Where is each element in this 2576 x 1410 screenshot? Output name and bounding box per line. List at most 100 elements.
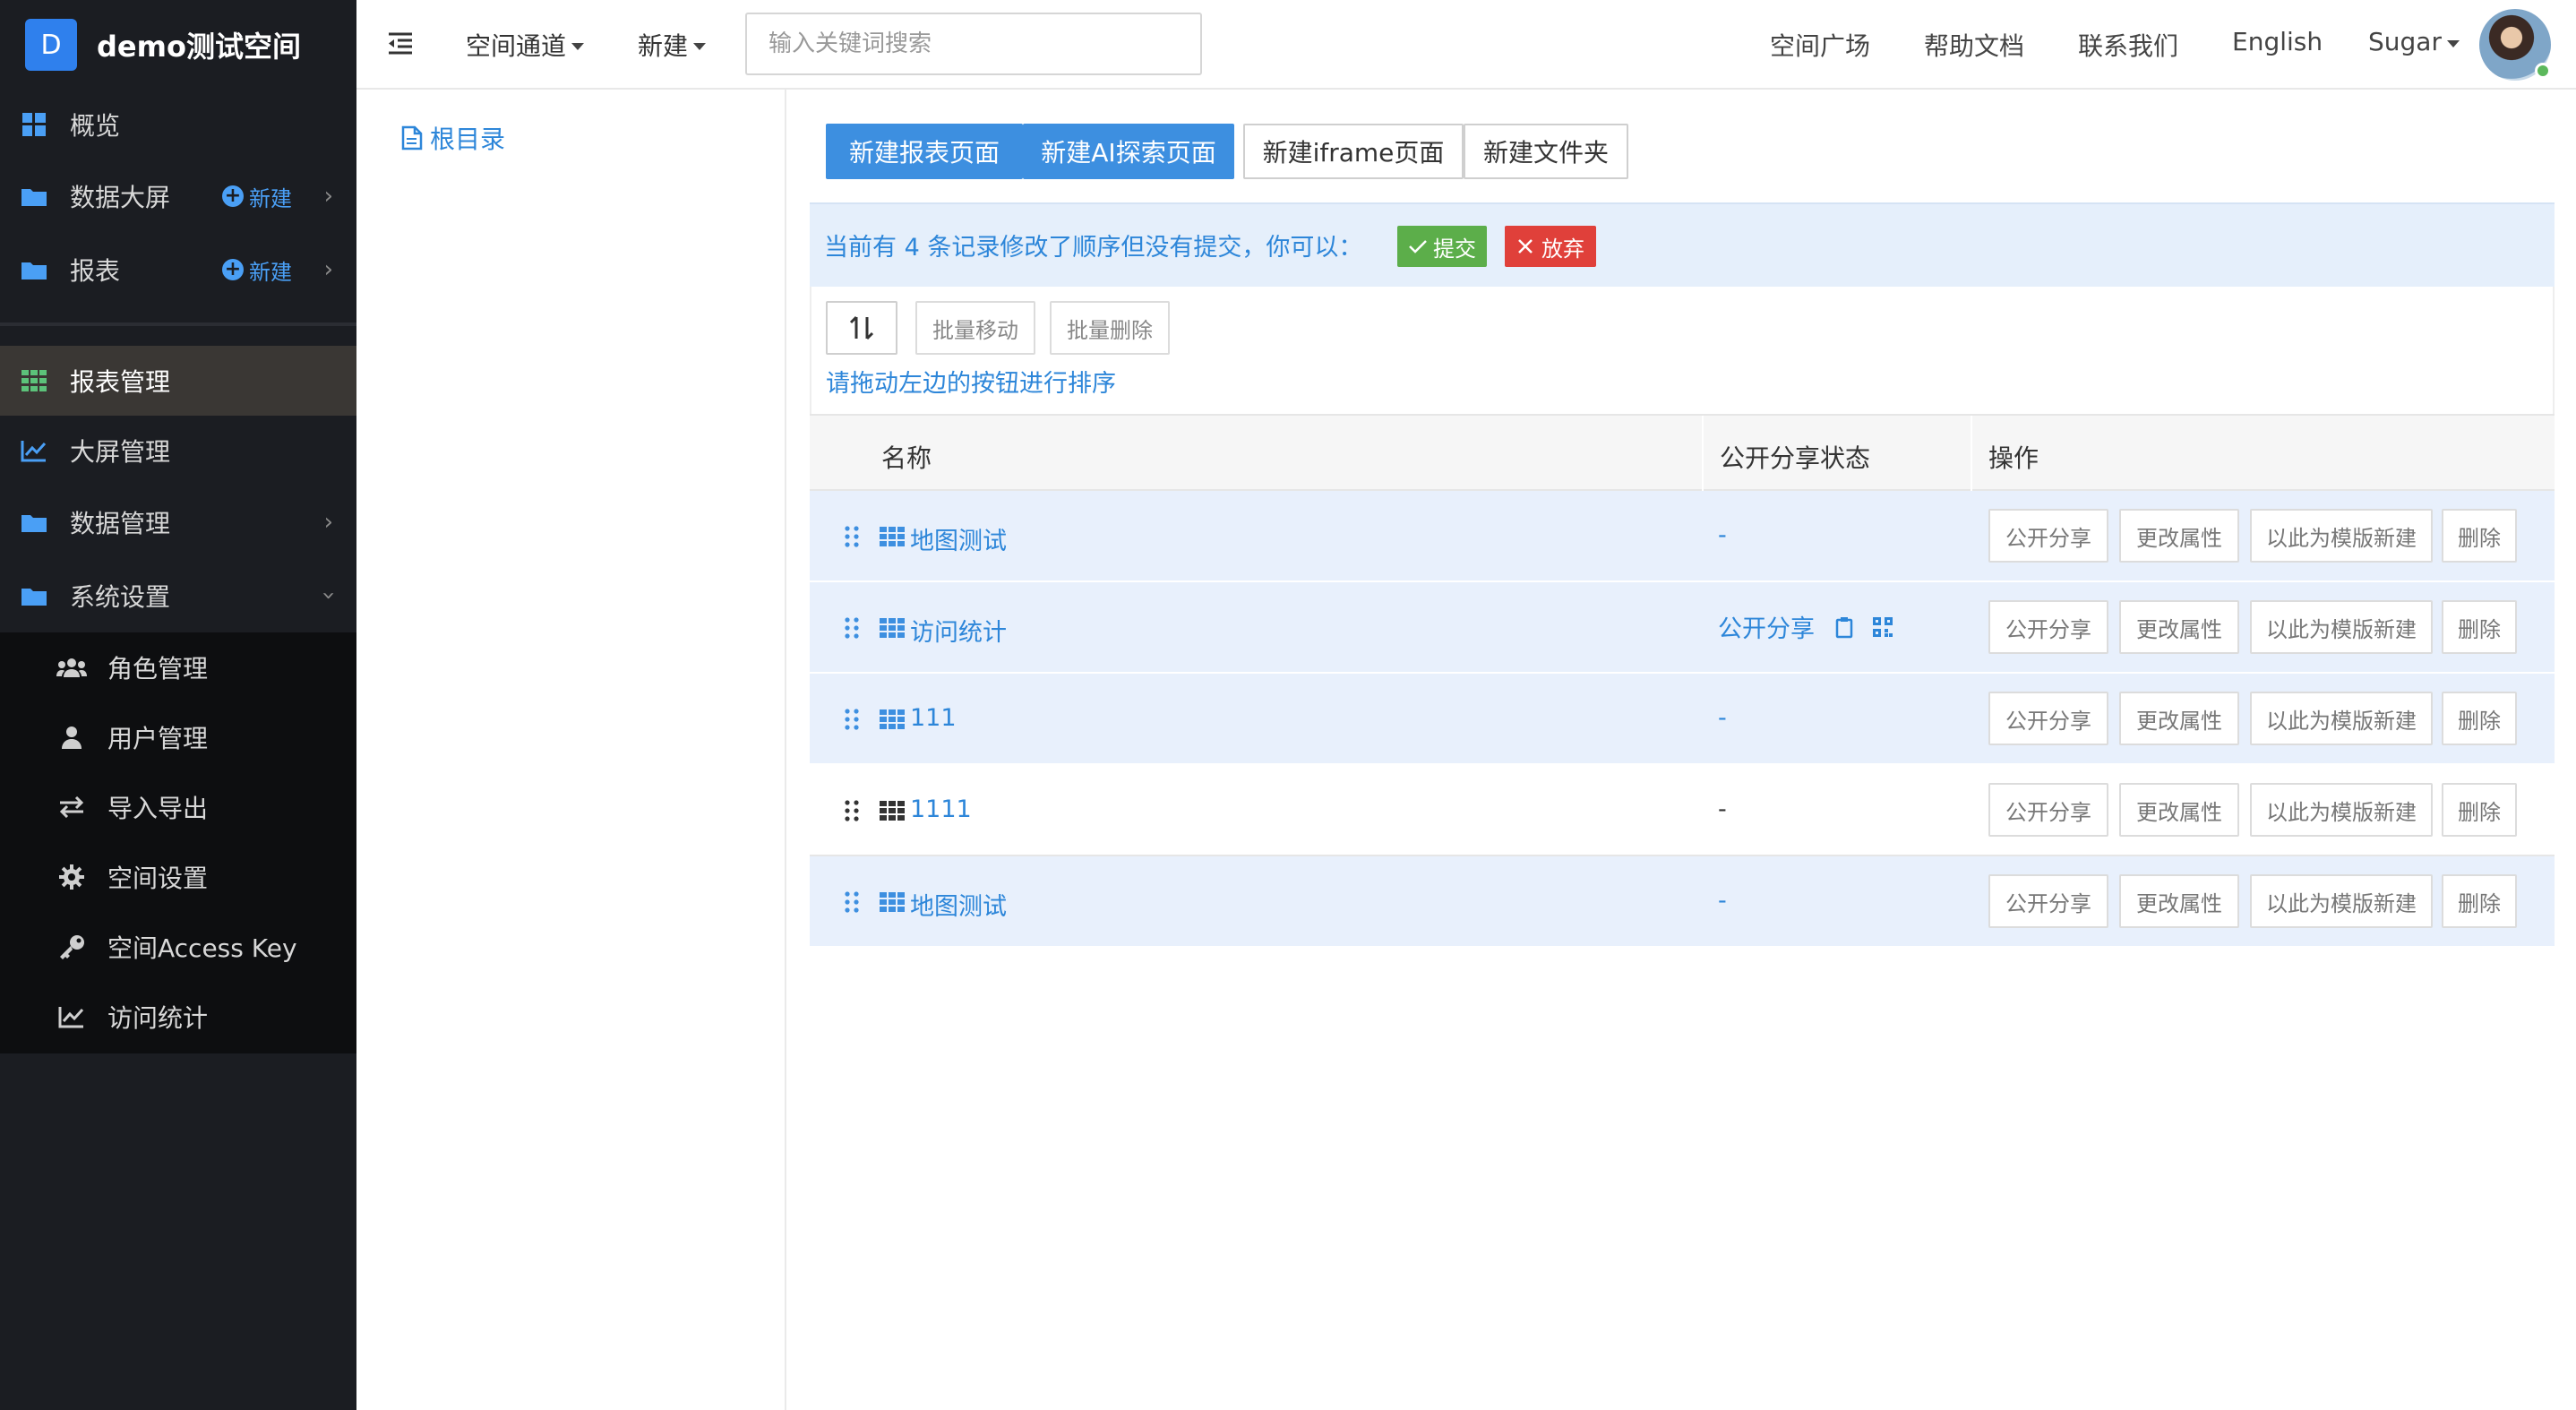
edit-properties-button[interactable]: 更改属性 bbox=[2119, 783, 2239, 837]
drag-handle-icon[interactable] bbox=[844, 525, 860, 548]
new-from-template-button[interactable]: 以此为模版新建 bbox=[2250, 783, 2433, 837]
nav-link-contact[interactable]: 联系我们 bbox=[2078, 27, 2178, 63]
sort-icon bbox=[849, 315, 874, 340]
new-label: 新建 bbox=[249, 259, 292, 285]
sidebar-item-users[interactable]: 用户管理 bbox=[0, 702, 356, 772]
batch-delete-button[interactable]: 批量删除 bbox=[1050, 301, 1170, 355]
delete-button[interactable]: 删除 bbox=[2442, 509, 2517, 563]
new-dropdown[interactable]: 新建 bbox=[638, 27, 707, 63]
space-channel-dropdown[interactable]: 空间通道 bbox=[466, 27, 585, 63]
sort-button[interactable] bbox=[826, 301, 897, 355]
table-row: 1111 - 公开分享 更改属性 以此为模版新建 删除 bbox=[810, 765, 2555, 856]
caret-down-icon bbox=[571, 43, 585, 50]
tree-root[interactable]: 根目录 bbox=[401, 120, 505, 156]
drag-handle-icon[interactable] bbox=[844, 799, 860, 822]
sidebar-subitem-label: 空间Access Key bbox=[107, 933, 297, 963]
folder-icon bbox=[18, 506, 50, 538]
report-name-link[interactable]: 111 bbox=[910, 704, 957, 732]
table-row: 地图测试 - 公开分享 更改属性 以此为模版新建 删除 bbox=[810, 491, 2555, 582]
discard-label: 放弃 bbox=[1541, 236, 1584, 262]
sidebar-item-overview[interactable]: 概览 bbox=[0, 90, 356, 159]
new-from-template-button[interactable]: 以此为模版新建 bbox=[2250, 692, 2433, 745]
new-from-template-button[interactable]: 以此为模版新建 bbox=[2250, 600, 2433, 654]
table-toolbar: 批量移动 批量删除 请拖动左边的按钮进行排序 bbox=[810, 287, 2555, 414]
batch-move-button[interactable]: 批量移动 bbox=[915, 301, 1035, 355]
nav-link-space-square[interactable]: 空间广场 bbox=[1770, 27, 1870, 63]
brand-name: demo测试空间 bbox=[97, 30, 301, 64]
sidebar-item-label: 系统设置 bbox=[70, 582, 171, 612]
new-report-link[interactable]: + 新建 bbox=[222, 254, 292, 286]
space-channel-label: 空间通道 bbox=[466, 31, 567, 61]
delete-button[interactable]: 删除 bbox=[2442, 692, 2517, 745]
qrcode-icon[interactable] bbox=[1872, 616, 1893, 638]
table-row: 地图测试 - 公开分享 更改属性 以此为模版新建 删除 bbox=[810, 856, 2555, 948]
top-bar: 空间通道 新建 空间广场 帮助文档 联系我们 English Sugar bbox=[356, 0, 2576, 90]
sidebar-subitem-label: 访问统计 bbox=[107, 1003, 209, 1033]
sidebar-item-access-key[interactable]: 空间Access Key bbox=[0, 912, 356, 982]
new-report-button[interactable]: 新建报表页面 bbox=[826, 124, 1023, 179]
public-share-link[interactable]: 公开分享 bbox=[1718, 609, 1815, 644]
public-share-button[interactable]: 公开分享 bbox=[1988, 600, 2108, 654]
system-settings-submenu: 角色管理 用户管理 导入导出 空间设置 空间Access Key 访问统计 bbox=[0, 632, 356, 1053]
delete-button[interactable]: 删除 bbox=[2442, 783, 2517, 837]
new-iframe-button[interactable]: 新建iframe页面 bbox=[1243, 124, 1464, 179]
exchange-icon bbox=[56, 791, 88, 823]
report-name-link[interactable]: 地图测试 bbox=[910, 887, 1007, 922]
edit-properties-button[interactable]: 更改属性 bbox=[2119, 874, 2239, 928]
plus-icon: + bbox=[222, 259, 244, 280]
public-share-button[interactable]: 公开分享 bbox=[1988, 783, 2108, 837]
report-name-link[interactable]: 访问统计 bbox=[910, 613, 1007, 648]
close-icon bbox=[1518, 239, 1533, 254]
nav-link-help-docs[interactable]: 帮助文档 bbox=[1924, 27, 2024, 63]
avatar[interactable] bbox=[2479, 9, 2551, 81]
public-share-button[interactable]: 公开分享 bbox=[1988, 874, 2108, 928]
new-from-template-button[interactable]: 以此为模版新建 bbox=[2250, 509, 2433, 563]
menu-collapse-icon[interactable] bbox=[385, 29, 417, 61]
sidebar-subitem-label: 角色管理 bbox=[107, 654, 209, 684]
share-status: - bbox=[1718, 521, 1727, 549]
drag-handle-icon[interactable] bbox=[844, 616, 860, 640]
drag-handle-icon[interactable] bbox=[844, 890, 860, 914]
check-icon bbox=[1409, 240, 1427, 254]
discard-order-button[interactable]: 放弃 bbox=[1505, 226, 1596, 267]
user-menu[interactable]: Sugar bbox=[2368, 27, 2460, 56]
new-folder-button[interactable]: 新建文件夹 bbox=[1464, 124, 1628, 179]
public-share-button[interactable]: 公开分享 bbox=[1988, 509, 2108, 563]
edit-properties-button[interactable]: 更改属性 bbox=[2119, 509, 2239, 563]
sidebar-item-system-settings[interactable]: 系统设置 › bbox=[0, 561, 356, 631]
sidebar-item-data-manage[interactable]: 数据管理 › bbox=[0, 487, 356, 557]
search-input[interactable] bbox=[745, 13, 1202, 75]
sidebar-item-screen-manage[interactable]: 大屏管理 bbox=[0, 416, 356, 486]
nav-link-english[interactable]: English bbox=[2232, 27, 2323, 56]
new-datascreen-link[interactable]: + 新建 bbox=[222, 181, 292, 212]
report-name-link[interactable]: 地图测试 bbox=[910, 521, 1007, 556]
sidebar-item-report[interactable]: 报表 + 新建 › bbox=[0, 235, 356, 305]
column-separator bbox=[1702, 416, 1704, 493]
report-grid-icon bbox=[880, 527, 905, 546]
drag-handle-icon[interactable] bbox=[844, 708, 860, 731]
brand[interactable]: D demo测试空间 bbox=[0, 0, 356, 90]
delete-button[interactable]: 删除 bbox=[2442, 600, 2517, 654]
sidebar-item-visit-stats[interactable]: 访问统计 bbox=[0, 982, 356, 1052]
sidebar-item-label: 概览 bbox=[70, 111, 121, 141]
edit-properties-button[interactable]: 更改属性 bbox=[2119, 600, 2239, 654]
sidebar-item-datascreen[interactable]: 数据大屏 + 新建 › bbox=[0, 161, 356, 231]
new-ai-explore-button[interactable]: 新建AI探索页面 bbox=[1023, 124, 1234, 179]
delete-button[interactable]: 删除 bbox=[2442, 874, 2517, 928]
report-name-link[interactable]: 1111 bbox=[910, 795, 972, 823]
public-share-button[interactable]: 公开分享 bbox=[1988, 692, 2108, 745]
new-from-template-button[interactable]: 以此为模版新建 bbox=[2250, 874, 2433, 928]
sidebar-item-roles[interactable]: 角色管理 bbox=[0, 632, 356, 702]
submit-order-button[interactable]: 提交 bbox=[1397, 226, 1487, 267]
chevron-right-icon: › bbox=[323, 256, 333, 283]
new-label: 新建 bbox=[249, 185, 292, 211]
column-header-actions: 操作 bbox=[1988, 443, 2039, 473]
copy-icon[interactable] bbox=[1834, 615, 1854, 639]
edit-properties-button[interactable]: 更改属性 bbox=[2119, 692, 2239, 745]
column-separator bbox=[1971, 416, 1972, 493]
user-icon bbox=[56, 721, 88, 753]
sidebar-item-space-settings[interactable]: 空间设置 bbox=[0, 842, 356, 912]
sidebar-item-import-export[interactable]: 导入导出 bbox=[0, 772, 356, 842]
sidebar-item-report-manage[interactable]: 报表管理 bbox=[0, 346, 356, 416]
sidebar-subitem-label: 用户管理 bbox=[107, 724, 209, 753]
